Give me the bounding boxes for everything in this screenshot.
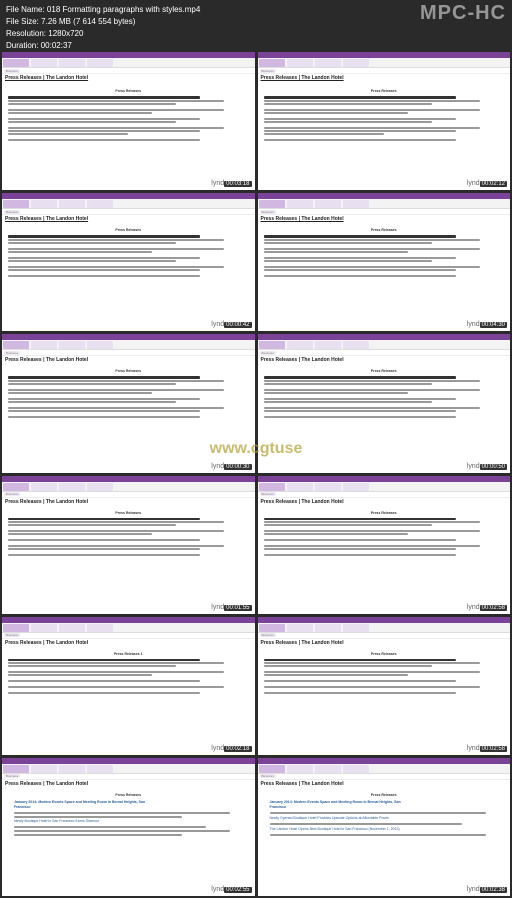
page-title: Press Releases | The Landon Hotel xyxy=(2,639,255,647)
page-title: Press Releases | The Landon Hotel xyxy=(258,780,511,788)
thumbnail-grid: Business Press Releases | The Landon Hot… xyxy=(2,52,510,896)
watermark: lynd00:02:58 xyxy=(467,745,507,752)
link-heading[interactable]: Francisco xyxy=(264,805,505,810)
page-content: Press Releases xyxy=(2,84,255,190)
thumbnail[interactable]: Business Press Releases | The Landon Hot… xyxy=(258,52,511,190)
page-title: Press Releases | The Landon Hotel xyxy=(2,356,255,364)
watermark: lynd00:02:18 xyxy=(211,745,251,752)
page-title: Press Releases | The Landon Hotel xyxy=(258,356,511,364)
page-title: Press Releases | The Landon Hotel xyxy=(258,215,511,223)
page-title: Press Releases | The Landon Hotel xyxy=(2,215,255,223)
page-title: Press Releases | The Landon Hotel xyxy=(2,74,255,82)
link[interactable]: Newly Opened Boutique Hotel Provides Ups… xyxy=(264,816,505,821)
ribbon-toolbar xyxy=(258,340,511,350)
thumbnail[interactable]: Business Press Releases | The Landon Hot… xyxy=(258,476,511,614)
page-content: Press Releases xyxy=(258,84,511,190)
thumbnail[interactable]: Business Press Releases | The Landon Hot… xyxy=(258,758,511,896)
page-content: Press Releases xyxy=(258,364,511,472)
page-content: Press Releases 1 xyxy=(2,647,255,755)
thumbnail[interactable]: Business Press Releases | The Landon Hot… xyxy=(2,617,255,755)
watermark: lynd00:00:50 xyxy=(467,463,507,470)
ribbon-toolbar xyxy=(258,58,511,68)
ribbon-toolbar xyxy=(2,199,255,209)
watermark: lynd00:00:42 xyxy=(211,321,251,328)
thumbnail[interactable]: Business Press Releases | The Landon Hot… xyxy=(2,334,255,472)
thumbnail[interactable]: Business Press Releases | The Landon Hot… xyxy=(2,476,255,614)
player-logo: MPC-HC xyxy=(420,2,506,25)
page-content: Press Releases xyxy=(258,647,511,755)
ribbon-toolbar xyxy=(2,340,255,350)
link[interactable]: Newly Boutique Hotel in San Francisco Ea… xyxy=(8,819,249,824)
watermark: lynd00:02:12 xyxy=(467,180,507,187)
page-content: Press Releases xyxy=(2,506,255,614)
watermark: lynd00:03:18 xyxy=(211,180,251,187)
page-content: Press Releases xyxy=(258,506,511,614)
thumbnail[interactable]: Business Press Releases | The Landon Hot… xyxy=(2,193,255,331)
page-title: Press Releases | The Landon Hotel xyxy=(2,498,255,506)
thumbnail[interactable]: Business Press Releases | The Landon Hot… xyxy=(2,758,255,896)
watermark: lynd00:00:30 xyxy=(211,463,251,470)
thumbnail[interactable]: Business Press Releases | The Landon Hot… xyxy=(2,52,255,190)
page-title: Press Releases | The Landon Hotel xyxy=(258,498,511,506)
watermark: lynd00:02:58 xyxy=(467,604,507,611)
ribbon-toolbar xyxy=(2,623,255,633)
link-heading[interactable]: Francisco xyxy=(8,805,249,810)
page-content: Press Releases xyxy=(2,364,255,472)
page-title: Press Releases | The Landon Hotel xyxy=(2,780,255,788)
page-title: Press Releases | The Landon Hotel xyxy=(258,639,511,647)
watermark: lynd00:04:30 xyxy=(467,321,507,328)
page-title: Press Releases | The Landon Hotel xyxy=(258,74,511,82)
ribbon-toolbar xyxy=(2,764,255,774)
ribbon-toolbar xyxy=(258,623,511,633)
page-content: Press Releases xyxy=(258,223,511,331)
ribbon-toolbar xyxy=(258,764,511,774)
page-content: Press Releases January 2014: Modern Even… xyxy=(258,788,511,896)
ribbon-toolbar xyxy=(258,199,511,209)
page-content: Press Releases January 2014: Modern Even… xyxy=(2,788,255,896)
watermark: lynd00:01:55 xyxy=(211,604,251,611)
link[interactable]: The Landon Hotel Opens New Boutique Hote… xyxy=(264,827,505,832)
ribbon-toolbar xyxy=(2,58,255,68)
page-content: Press Releases xyxy=(2,223,255,331)
thumbnail[interactable]: Business Press Releases | The Landon Hot… xyxy=(258,334,511,472)
ribbon-toolbar xyxy=(258,482,511,492)
thumbnail[interactable]: Business Press Releases | The Landon Hot… xyxy=(258,617,511,755)
file-info-header: File Name: 018 Formatting paragraphs wit… xyxy=(0,0,512,56)
watermark: lynd00:02:38 xyxy=(467,886,507,893)
watermark: lynd00:02:55 xyxy=(211,886,251,893)
thumbnail[interactable]: Business Press Releases | The Landon Hot… xyxy=(258,193,511,331)
ribbon-toolbar xyxy=(2,482,255,492)
